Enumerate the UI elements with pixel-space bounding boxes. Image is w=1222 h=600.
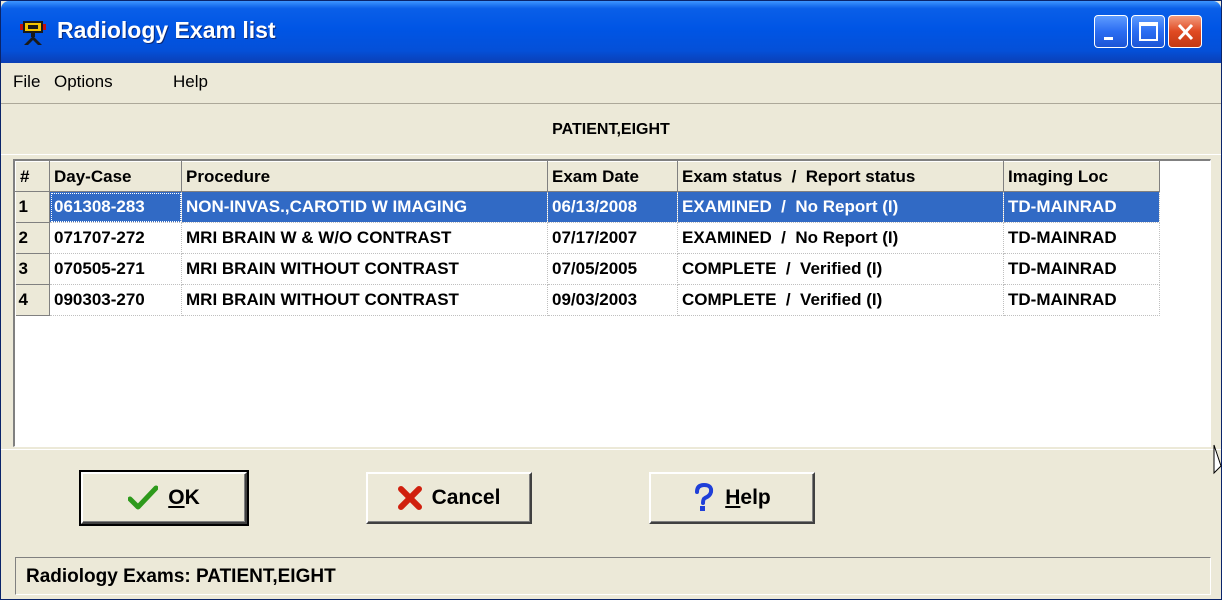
x-icon — [397, 486, 422, 510]
radiology-app-icon — [19, 18, 47, 46]
column-header-procedure[interactable]: Procedure — [181, 161, 548, 192]
cancel-button-label: Cancel — [431, 486, 501, 509]
title-bar[interactable]: Radiology Exam list — [1, 1, 1221, 63]
cell-procedure: MRI BRAIN WITHOUT CONTRAST — [181, 284, 548, 316]
row-number: 2 — [15, 222, 50, 254]
maximize-button[interactable] — [1131, 15, 1165, 48]
close-icon — [1177, 23, 1194, 41]
menu-bar: File Options Help — [1, 63, 1221, 101]
cancel-button[interactable]: Cancel — [366, 472, 532, 524]
cell-day-case: 071707-272 — [49, 222, 182, 254]
cell-procedure: NON-INVAS.,CAROTID W IMAGING — [181, 191, 548, 223]
radiology-exam-list-window: Radiology Exam list File Options Help PA… — [0, 0, 1222, 600]
column-header-number[interactable]: # — [15, 161, 50, 192]
cell-status: COMPLETE / Verified (I) — [677, 253, 1004, 285]
row-number: 4 — [15, 284, 50, 316]
cell-procedure: MRI BRAIN WITHOUT CONTRAST — [181, 253, 548, 285]
minimize-button[interactable] — [1094, 15, 1128, 48]
column-header-imaging-loc[interactable]: Imaging Loc — [1003, 161, 1160, 192]
table-row[interactable]: 1 061308-283 NON-INVAS.,CAROTID W IMAGIN… — [15, 191, 1160, 223]
window-title: Radiology Exam list — [57, 17, 276, 43]
ok-button[interactable]: OK — [79, 470, 249, 526]
row-number: 1 — [15, 191, 50, 223]
menu-file[interactable]: File — [13, 72, 40, 92]
ok-button-label: OK — [168, 486, 200, 509]
minimize-icon — [1104, 37, 1113, 40]
cell-status: EXAMINED / No Report (I) — [677, 222, 1004, 254]
cell-imaging-loc: TD-MAINRAD — [1003, 222, 1160, 254]
column-header-exam-date[interactable]: Exam Date — [547, 161, 678, 192]
menu-options[interactable]: Options — [54, 72, 113, 92]
column-header-day-case[interactable]: Day-Case — [49, 161, 182, 192]
exam-list[interactable]: # Day-Case Procedure Exam Date Exam stat… — [13, 159, 1211, 447]
help-button[interactable]: Help — [649, 472, 815, 524]
table-row[interactable]: 3 070505-271 MRI BRAIN WITHOUT CONTRAST … — [15, 253, 1160, 285]
help-button-label: Help — [725, 486, 771, 509]
resize-cursor-icon — [1213, 444, 1222, 475]
status-text: Radiology Exams: PATIENT,EIGHT — [26, 566, 336, 587]
cell-exam-date: 07/17/2007 — [547, 222, 678, 254]
cell-exam-date: 09/03/2003 — [547, 284, 678, 316]
table-header-row: # Day-Case Procedure Exam Date Exam stat… — [15, 161, 1160, 192]
cell-exam-date: 06/13/2008 — [547, 191, 678, 223]
table-row[interactable]: 2 071707-272 MRI BRAIN W & W/O CONTRAST … — [15, 222, 1160, 254]
button-area: OK Cancel Help — [1, 449, 1221, 551]
checkmark-icon — [128, 485, 159, 510]
cell-procedure: MRI BRAIN W & W/O CONTRAST — [181, 222, 548, 254]
cell-exam-date: 07/05/2005 — [547, 253, 678, 285]
cell-day-case: 070505-271 — [49, 253, 182, 285]
cell-day-case: 061308-283 — [49, 191, 182, 223]
cell-status: EXAMINED / No Report (I) — [677, 191, 1004, 223]
cell-imaging-loc: TD-MAINRAD — [1003, 253, 1160, 285]
patient-name: PATIENT,EIGHT — [552, 121, 670, 138]
status-bar: Radiology Exams: PATIENT,EIGHT — [15, 557, 1211, 595]
cell-imaging-loc: TD-MAINRAD — [1003, 284, 1160, 316]
cell-status: COMPLETE / Verified (I) — [677, 284, 1004, 316]
menu-help[interactable]: Help — [173, 72, 208, 92]
column-header-exam-status[interactable]: Exam status / Report status — [677, 161, 1004, 192]
cell-imaging-loc: TD-MAINRAD — [1003, 191, 1160, 223]
row-number: 3 — [15, 253, 50, 285]
cell-day-case: 090303-270 — [49, 284, 182, 316]
patient-header: PATIENT,EIGHT — [1, 103, 1221, 155]
close-button[interactable] — [1168, 15, 1202, 48]
maximize-icon — [1139, 22, 1158, 41]
table-row[interactable]: 4 090303-270 MRI BRAIN WITHOUT CONTRAST … — [15, 284, 1160, 316]
question-mark-icon — [695, 483, 714, 511]
